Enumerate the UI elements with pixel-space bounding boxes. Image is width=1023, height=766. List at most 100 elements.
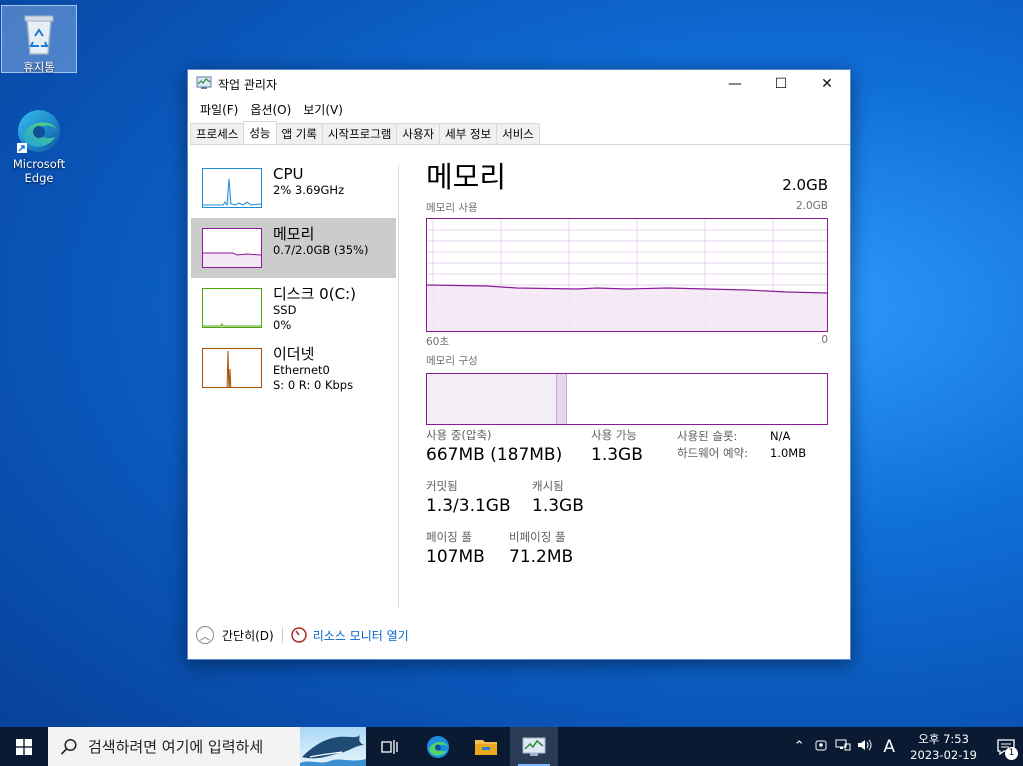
search-highlight-whale-image: [300, 727, 366, 766]
taskbar: 검색하려면 여기에 입력하세 ⌃ A 오후 7:53 2023-02-19 1: [0, 727, 1023, 766]
sidebar-item-memory[interactable]: 메모리 0.7/2.0GB (35%): [191, 218, 396, 278]
tab-performance[interactable]: 성능: [243, 121, 277, 144]
sidebar-cpu-name: CPU: [273, 165, 304, 183]
search-box[interactable]: 검색하려면 여기에 입력하세: [48, 727, 366, 766]
chevron-up-icon[interactable]: ⌃: [788, 739, 810, 754]
ethernet-thumbnail-graph: [202, 348, 262, 388]
memory-usage-max: 2.0GB: [795, 200, 828, 212]
tab-processes[interactable]: 프로세스: [190, 123, 245, 144]
tab-startup[interactable]: 시작프로그램: [321, 123, 398, 144]
sidebar-disk-name: 디스크 0(C:): [273, 285, 356, 303]
sidebar-item-ethernet[interactable]: 이더넷 Ethernet0 S: 0 R: 0 Kbps: [191, 338, 396, 398]
folder-icon: [475, 739, 497, 755]
disk-thumbnail-graph: [202, 288, 262, 328]
start-button[interactable]: [0, 727, 48, 766]
stat-slots-label: 사용된 슬롯:: [677, 429, 738, 443]
stat-in-use-value: 667MB (187MB): [426, 445, 563, 465]
stat-available-label: 사용 가능: [591, 428, 637, 442]
stat-in-use-label: 사용 중(압축): [426, 428, 492, 442]
menu-options[interactable]: 옵션(O): [244, 101, 297, 118]
meet-now-icon[interactable]: [810, 738, 832, 756]
sidebar-ethernet-name: 이더넷: [273, 345, 315, 363]
clock[interactable]: 오후 7:53 2023-02-19: [910, 731, 977, 763]
taskbar-file-explorer-button[interactable]: [462, 727, 510, 766]
tab-services[interactable]: 서비스: [496, 123, 540, 144]
volume-icon[interactable]: [854, 738, 876, 756]
edge-desktop-icon[interactable]: Microsoft Edge: [1, 103, 77, 189]
stat-committed-label: 커밋됨: [426, 479, 458, 493]
fewer-details-button[interactable]: 간단히(D): [222, 627, 274, 644]
stat-available-value: 1.3GB: [591, 445, 643, 465]
tab-details[interactable]: 세부 정보: [439, 123, 498, 144]
sidebar-cpu-usage: 2% 3.69GHz: [273, 183, 345, 197]
memory-composition-bar: [426, 373, 828, 425]
clock-time: 오후 7:53: [918, 731, 969, 746]
notification-count-badge: 1: [1005, 747, 1018, 760]
clock-date: 2023-02-19: [910, 747, 977, 762]
recycle-bin-label: 휴지통: [23, 60, 55, 74]
title-bar[interactable]: 작업 관리자 — ☐ ✕: [188, 70, 850, 98]
edge-icon: [15, 107, 63, 155]
task-manager-app-icon: [196, 75, 212, 94]
menu-bar: 파일(F) 옵션(O) 보기(V): [188, 98, 850, 120]
sidebar-disk-type: SSD: [273, 303, 297, 317]
taskbar-edge-button[interactable]: [414, 727, 462, 766]
edge-label-line1: Microsoft: [12, 157, 66, 171]
sidebar-memory-usage: 0.7/2.0GB (35%): [273, 243, 369, 257]
edge-label-line2: Edge: [24, 171, 54, 185]
chevron-up-icon[interactable]: ︿: [196, 626, 214, 644]
stat-paged-pool-value: 107MB: [426, 547, 485, 567]
memory-composition-label: 메모리 구성: [426, 355, 478, 367]
windows-logo-icon: [16, 738, 32, 755]
window-footer: ︿ 간단히(D) 리소스 모니터 열기: [196, 626, 409, 644]
sidebar-ethernet-adapter: Ethernet0: [273, 363, 330, 377]
menu-view[interactable]: 보기(V): [297, 101, 349, 118]
memory-usage-graph: [426, 218, 828, 332]
window-title: 작업 관리자: [218, 77, 278, 92]
composition-in-use-segment: [427, 374, 558, 424]
network-icon[interactable]: [832, 738, 854, 756]
tab-users[interactable]: 사용자: [396, 123, 441, 144]
stat-hw-reserved-label: 하드웨어 예약:: [677, 446, 749, 460]
taskbar-task-manager-button[interactable]: [510, 727, 558, 766]
search-icon: [60, 738, 77, 755]
stat-paged-pool-label: 페이징 풀: [426, 530, 472, 544]
stat-cached-label: 캐시됨: [532, 479, 564, 493]
minimize-button[interactable]: —: [712, 70, 758, 98]
stat-committed-value: 1.3/3.1GB: [426, 496, 511, 516]
footer-divider: [281, 627, 283, 643]
page-title: 메모리: [426, 160, 507, 194]
open-resource-monitor-link[interactable]: 리소스 모니터 열기: [313, 627, 409, 644]
menu-file[interactable]: 파일(F): [194, 101, 244, 118]
action-center-button[interactable]: 1: [989, 727, 1023, 766]
performance-sidebar: CPU 2% 3.69GHz 메모리 0.7/2.0GB (35%) 디스크 0…: [191, 158, 396, 398]
task-manager-window: 작업 관리자 — ☐ ✕ 파일(F) 옵션(O) 보기(V) 프로세스 성능 앱…: [187, 69, 851, 660]
stat-nonpaged-pool-value: 71.2MB: [509, 547, 574, 567]
sidebar-item-cpu[interactable]: CPU 2% 3.69GHz: [191, 158, 396, 218]
recycle-bin-desktop-icon[interactable]: 휴지통: [1, 5, 77, 74]
sidebar-disk-usage: 0%: [273, 318, 292, 332]
sidebar-item-disk[interactable]: 디스크 0(C:) SSD 0%: [191, 278, 396, 338]
sidebar-memory-name: 메모리: [273, 225, 315, 243]
input-method-indicator[interactable]: A: [876, 737, 902, 757]
panel-divider: [398, 165, 399, 608]
cpu-thumbnail-graph: [202, 168, 262, 208]
tab-app-history[interactable]: 앱 기록: [275, 123, 323, 144]
search-placeholder: 검색하려면 여기에 입력하세: [88, 738, 264, 756]
stat-nonpaged-pool-label: 비페이징 풀: [509, 530, 566, 544]
memory-detail-panel: 메모리 2.0GB 메모리 사용 2.0GB 60초 0 메모리 구성 사용 중…: [426, 158, 828, 567]
close-button[interactable]: ✕: [804, 70, 850, 98]
tab-strip: 프로세스 성능 앱 기록 시작프로그램 사용자 세부 정보 서비스: [190, 121, 850, 145]
stat-hw-reserved-value: 1.0MB: [770, 446, 807, 460]
task-view-button[interactable]: [366, 727, 414, 766]
stat-cached-value: 1.3GB: [532, 496, 584, 516]
maximize-button[interactable]: ☐: [758, 70, 804, 98]
task-manager-icon: [522, 737, 546, 756]
sidebar-ethernet-throughput: S: 0 R: 0 Kbps: [273, 378, 354, 392]
graph-time-left: 60초: [426, 336, 450, 348]
memory-total: 2.0GB: [782, 176, 828, 194]
edge-icon: [427, 735, 449, 758]
resource-monitor-icon: [290, 627, 307, 643]
task-view-icon: [381, 739, 398, 754]
system-tray: ⌃ A 오후 7:53 2023-02-19 1: [788, 727, 1023, 766]
